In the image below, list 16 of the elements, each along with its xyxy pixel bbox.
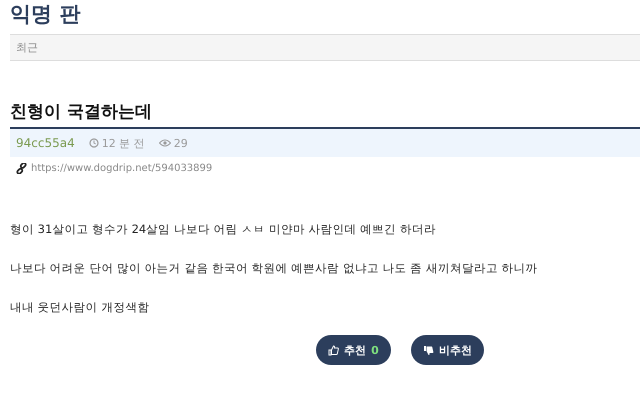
thumbs-down-icon — [422, 344, 434, 356]
thumbs-up-icon — [328, 344, 340, 356]
board-title: 익명 판 — [10, 1, 80, 28]
clock-icon — [88, 138, 99, 148]
link-icon — [16, 163, 27, 174]
view-count: 29 — [174, 136, 188, 150]
body-paragraph: 나보다 어려운 단어 많이 아는거 같음 한국어 학원에 예쁜사람 없냐고 나도 좀 새끼쳐달라고 하니까 — [10, 261, 539, 276]
eye-icon — [158, 139, 171, 147]
author-name: 94cc55a4 — [16, 136, 75, 150]
post-title: 친형이 국결하는데 — [10, 100, 152, 122]
upvote-button[interactable]: 추천 0 — [316, 335, 391, 365]
post-time: 12 분 전 — [102, 136, 145, 150]
post-link[interactable]: https://www.dogdrip.net/594033899 — [31, 163, 212, 174]
body-paragraph: 내내 웃던사람이 개정색함 — [10, 300, 150, 315]
downvote-button[interactable]: 비추천 — [410, 335, 484, 365]
body-paragraph: 형이 31살이고 형수가 24살임 나보다 어림 ㅅㅂ 미얀마 사람인데 예쁘긴 하더라 — [10, 222, 437, 237]
